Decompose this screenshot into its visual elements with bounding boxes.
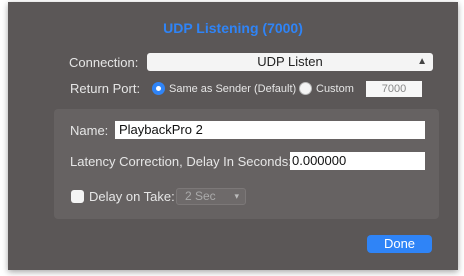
- udp-settings-dialog: UDP Listening (7000) Connection: UDP Lis…: [8, 2, 458, 270]
- return-port-label: Return Port:: [70, 81, 141, 96]
- connection-select[interactable]: UDP Listen ▲︎: [147, 53, 433, 71]
- delay-popup[interactable]: 2 Sec ▾: [176, 188, 246, 205]
- custom-port-field[interactable]: 7000: [366, 81, 422, 97]
- latency-label: Latency Correction, Delay In Seconds:: [70, 154, 292, 169]
- delay-on-take-checkbox[interactable]: [71, 190, 84, 203]
- same-as-sender-label: Same as Sender (Default): [169, 83, 297, 95]
- dialog-title: UDP Listening (7000): [163, 20, 303, 36]
- chevron-updown-icon: ▾: [234, 191, 239, 201]
- latency-field[interactable]: 0.000000: [290, 152, 425, 170]
- custom-label: Custom: [316, 83, 354, 95]
- same-as-sender-radio[interactable]: [152, 82, 165, 95]
- custom-radio[interactable]: [299, 82, 312, 95]
- delay-value: 2 Sec: [185, 189, 216, 203]
- name-label: Name:: [70, 123, 109, 138]
- connection-label: Connection:: [69, 55, 139, 70]
- connection-value: UDP Listen: [257, 54, 323, 69]
- name-field[interactable]: PlaybackPro 2: [115, 121, 425, 139]
- chevron-updown-icon: ▲︎: [417, 56, 427, 67]
- delay-on-take-label: Delay on Take:: [89, 189, 175, 204]
- done-button[interactable]: Done: [367, 235, 432, 253]
